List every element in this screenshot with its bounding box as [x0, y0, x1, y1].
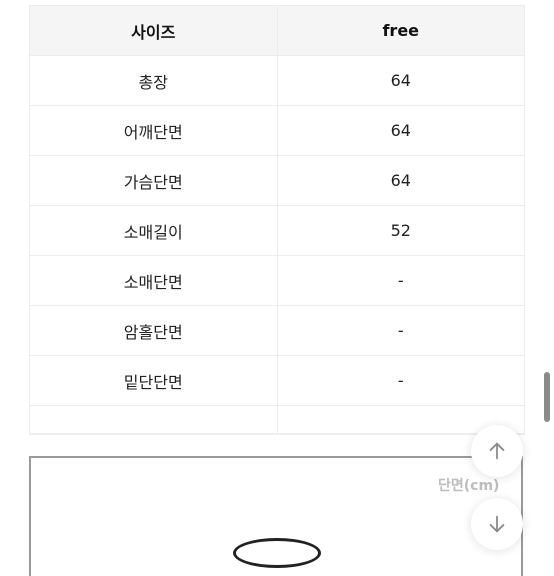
row-label: 밑단단면 [29, 355, 278, 406]
diagram-ellipse-shape [233, 538, 321, 568]
arrow-up-icon [489, 442, 505, 460]
row-label: 어깨단면 [29, 105, 278, 156]
table-row: 총장 64 [29, 55, 525, 106]
scrollbar-thumb[interactable] [544, 372, 550, 422]
size-table: 사이즈 free 총장 64 어깨단면 64 가슴단면 64 소매길이 52 소… [29, 5, 525, 435]
arrow-down-icon [489, 515, 505, 533]
row-value: - [276, 305, 525, 356]
scroll-to-top-button[interactable] [471, 425, 523, 477]
table-row: 소매길이 52 [29, 205, 525, 256]
table-header-row: 사이즈 free [29, 5, 525, 56]
row-value: 64 [276, 105, 525, 156]
header-size-label: 사이즈 [29, 5, 278, 56]
diagram-unit-label: 단면(cm) [438, 478, 500, 494]
row-value: 64 [276, 55, 525, 106]
row-value: 64 [276, 155, 525, 206]
row-label: 총장 [29, 55, 278, 106]
row-label: 가슴단면 [29, 155, 278, 206]
row-value: 52 [276, 205, 525, 256]
row-value: - [276, 255, 525, 306]
header-size-value: free [276, 5, 525, 56]
row-label: 암홀단면 [29, 305, 278, 356]
scroll-to-bottom-button[interactable] [471, 498, 523, 550]
row-label-empty [29, 405, 278, 435]
table-row: 어깨단면 64 [29, 105, 525, 156]
table-row-empty [29, 405, 525, 435]
row-value: - [276, 355, 525, 406]
row-label: 소매길이 [29, 205, 278, 256]
table-row: 밑단단면 - [29, 355, 525, 406]
row-label: 소매단면 [29, 255, 278, 306]
table-row: 암홀단면 - [29, 305, 525, 356]
table-row: 가슴단면 64 [29, 155, 525, 206]
table-row: 소매단면 - [29, 255, 525, 306]
